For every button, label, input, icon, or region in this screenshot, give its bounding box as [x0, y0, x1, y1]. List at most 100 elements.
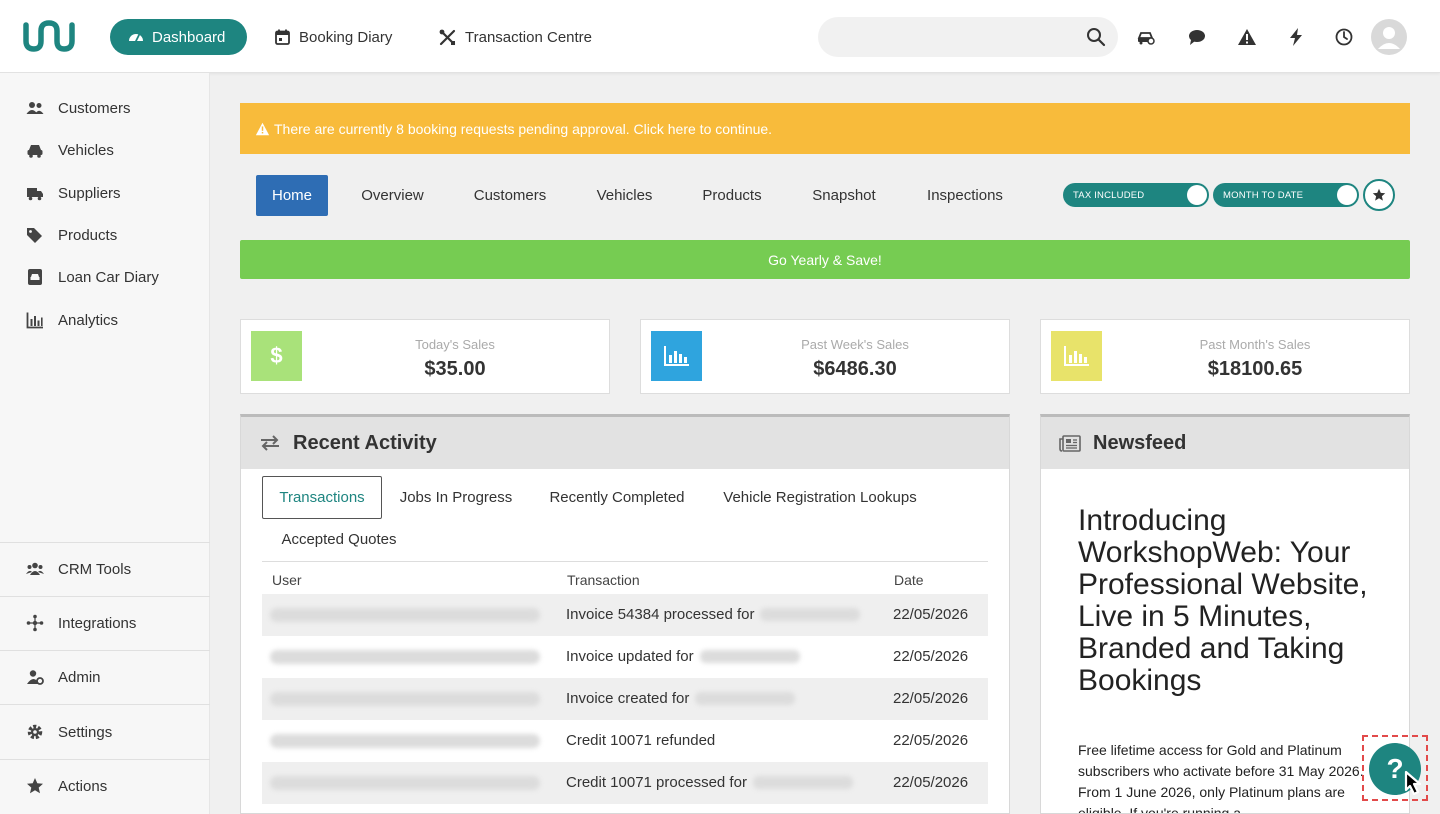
tab-vehicle-registration-lookups[interactable]: Vehicle Registration Lookups — [713, 476, 927, 519]
booking-diary-label: Booking Diary — [299, 28, 393, 46]
chat-icon[interactable] — [1187, 27, 1207, 47]
date-cell: 22/05/2026 — [893, 732, 969, 749]
table-row[interactable]: Credit 10071 refunded 22/05/2026 — [262, 720, 988, 762]
stat-label: Today's Sales — [415, 337, 495, 352]
column-header-user: User — [272, 572, 302, 588]
customer-name-redacted — [760, 608, 861, 621]
sidebar-divider — [0, 542, 210, 543]
sidebar-item-label: Customers — [58, 99, 131, 117]
user-group-icon — [26, 562, 44, 575]
gear-icon — [27, 724, 43, 740]
transaction-centre-nav-link[interactable]: Transaction Centre — [439, 19, 592, 55]
stat-value: $6486.30 — [813, 358, 897, 380]
sidebar-item-label: Suppliers — [58, 184, 121, 202]
month-to-date-toggle[interactable]: MONTH TO DATE — [1213, 183, 1359, 207]
dashboard-nav-button[interactable]: Dashboard — [110, 19, 247, 55]
top-bar: Dashboard Booking Diary Transaction Cent… — [0, 0, 1440, 73]
recent-activity-panel: Recent Activity Transactions Jobs In Pro… — [240, 414, 1010, 814]
go-yearly-banner[interactable]: Go Yearly & Save! — [240, 240, 1410, 279]
toggle-label: MONTH TO DATE — [1223, 189, 1304, 201]
table-row[interactable]: Invoice 54384 processed for 22/05/2026 — [262, 594, 988, 636]
newspaper-icon — [1059, 434, 1081, 452]
sidebar-divider — [0, 596, 210, 597]
gauge-icon — [129, 34, 143, 42]
search-icon[interactable] — [1086, 27, 1106, 47]
search-input[interactable] — [818, 17, 1118, 57]
warning-icon[interactable] — [1237, 27, 1257, 47]
table-row[interactable]: Invoice created for 22/05/2026 — [262, 678, 988, 720]
toggle-knob — [1337, 185, 1357, 205]
tab-inspections[interactable]: Inspections — [911, 175, 1019, 216]
bar-chart-icon — [26, 312, 43, 329]
tab-accepted-quotes[interactable]: Accepted Quotes — [269, 518, 409, 561]
sidebar-item-crm-tools[interactable]: CRM Tools — [0, 549, 210, 589]
sidebar-item-label: Analytics — [58, 311, 119, 329]
pending-bookings-alert[interactable]: There are currently 8 booking requests p… — [240, 103, 1410, 154]
tab-recently-completed[interactable]: Recently Completed — [539, 476, 695, 519]
user-icon — [1378, 27, 1400, 49]
tab-divider — [262, 561, 988, 562]
user-email-redacted — [270, 608, 540, 622]
sidebar-item-vehicles[interactable]: Vehicles — [0, 130, 210, 170]
toggle-label: TAX INCLUDED — [1073, 189, 1145, 201]
sidebar-item-products[interactable]: Products — [0, 215, 210, 255]
sidebar-item-admin[interactable]: Admin — [0, 657, 210, 697]
dollar-icon: $ — [251, 331, 302, 381]
sidebar-item-customers[interactable]: Customers — [0, 88, 210, 128]
user-email-redacted — [270, 692, 540, 706]
stat-card-week: Past Week's Sales $6486.30 — [640, 319, 1010, 394]
tab-snapshot[interactable]: Snapshot — [795, 175, 893, 216]
user-avatar[interactable] — [1371, 19, 1407, 55]
tab-overview[interactable]: Overview — [344, 175, 441, 216]
tags-icon — [27, 228, 42, 243]
news-headline[interactable]: Introducing WorkshopWeb: Your Profession… — [1078, 505, 1378, 697]
sidebar-item-label: CRM Tools — [58, 560, 132, 578]
sidebar-item-label: Products — [58, 226, 118, 244]
customer-name-redacted — [695, 692, 796, 705]
sidebar-item-suppliers[interactable]: Suppliers — [0, 173, 210, 213]
user-email-redacted — [270, 650, 540, 664]
column-header-date: Date — [894, 572, 924, 588]
recent-activity-header: Recent Activity — [241, 417, 1009, 469]
panel-title: Recent Activity — [293, 431, 437, 454]
tab-vehicles[interactable]: Vehicles — [580, 175, 669, 216]
star-icon — [27, 778, 43, 794]
tab-products[interactable]: Products — [687, 175, 777, 216]
user-email-redacted — [270, 734, 540, 748]
tab-transactions[interactable]: Transactions — [262, 476, 382, 519]
stat-card-month: Past Month's Sales $18100.65 — [1040, 319, 1410, 394]
tab-customers[interactable]: Customers — [458, 175, 562, 216]
stat-label: Past Week's Sales — [801, 337, 909, 352]
calendar-icon — [275, 29, 290, 45]
favourite-button[interactable] — [1363, 179, 1395, 211]
sidebar-item-settings[interactable]: Settings — [0, 712, 210, 752]
stat-label: Past Month's Sales — [1199, 337, 1311, 352]
sidebar-item-analytics[interactable]: Analytics — [0, 300, 210, 340]
clock-icon[interactable] — [1334, 27, 1354, 47]
date-cell: 22/05/2026 — [893, 648, 969, 665]
column-header-transaction: Transaction — [567, 572, 640, 588]
transaction-cell: Invoice 54384 processed for — [566, 606, 861, 623]
dashboard-nav-label: Dashboard — [152, 28, 226, 46]
sidebar-item-label: Vehicles — [58, 141, 114, 159]
booking-diary-nav-link[interactable]: Booking Diary — [275, 19, 392, 55]
date-cell: 22/05/2026 — [893, 606, 969, 623]
sidebar-item-loan-car-diary[interactable]: Loan Car Diary — [0, 257, 210, 297]
sidebar-item-label: Settings — [58, 723, 113, 741]
car-search-icon[interactable] — [1136, 27, 1156, 47]
lightning-icon[interactable] — [1286, 27, 1306, 47]
sidebar-divider — [0, 759, 210, 760]
sidebar-item-integrations[interactable]: Integrations — [0, 603, 210, 643]
bar-chart-icon — [1051, 331, 1102, 381]
table-row[interactable]: Invoice updated for 22/05/2026 — [262, 636, 988, 678]
exchange-icon — [261, 435, 279, 451]
sidebar-item-actions[interactable]: Actions — [0, 766, 210, 806]
truck-icon — [27, 188, 43, 201]
tab-home[interactable]: Home — [256, 175, 328, 216]
dashboard-tabs: Home Overview Customers Vehicles Product… — [240, 160, 1410, 232]
table-row[interactable]: Credit 10071 processed for 22/05/2026 — [262, 762, 988, 804]
tab-jobs-in-progress[interactable]: Jobs In Progress — [391, 476, 521, 519]
tax-included-toggle[interactable]: TAX INCLUDED — [1063, 183, 1209, 207]
logo-icon[interactable] — [22, 17, 76, 55]
star-icon — [1372, 188, 1386, 201]
